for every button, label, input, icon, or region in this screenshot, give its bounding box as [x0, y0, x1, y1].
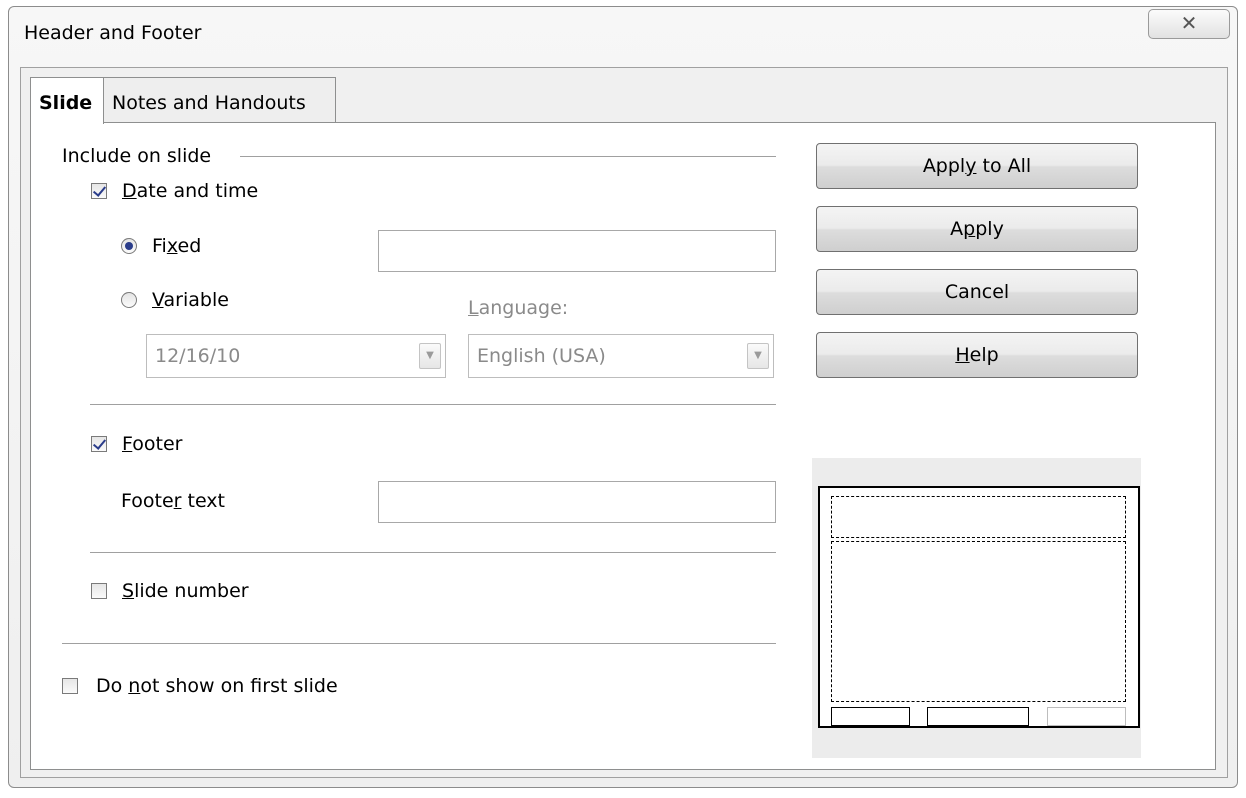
- group-separator: [240, 156, 776, 157]
- date-and-time-label: Date and time: [122, 180, 259, 202]
- date-format-value: 12/16/10: [155, 345, 241, 367]
- footer-checkbox[interactable]: [91, 436, 107, 452]
- apply-to-all-button[interactable]: Apply to All: [816, 143, 1138, 189]
- preview-title-placeholder: [831, 496, 1126, 538]
- footer-text-label: Footer text: [121, 490, 225, 512]
- dialog-title: Header and Footer: [24, 22, 202, 44]
- help-button[interactable]: Help: [816, 332, 1138, 378]
- variable-label: Variable: [152, 289, 229, 311]
- slide-number-checkbox[interactable]: [91, 583, 107, 599]
- separator-date: [90, 404, 776, 405]
- slide-preview: [818, 486, 1140, 728]
- language-label: Language:: [468, 297, 569, 319]
- fixed-label: Fixed: [152, 235, 202, 257]
- language-value: English (USA): [477, 345, 606, 367]
- not-first-slide-checkbox[interactable]: [62, 678, 78, 694]
- separator-bottom: [62, 643, 776, 644]
- language-select[interactable]: English (USA) ▼: [468, 334, 774, 378]
- slide-number-label: Slide number: [122, 580, 249, 602]
- date-and-time-checkbox[interactable]: [91, 183, 107, 199]
- fixed-date-input[interactable]: [378, 230, 776, 272]
- preview-content-placeholder: [831, 541, 1126, 702]
- date-format-select[interactable]: 12/16/10 ▼: [146, 334, 446, 378]
- footer-label: Footer: [122, 433, 183, 455]
- apply-button[interactable]: Apply: [816, 206, 1138, 252]
- fixed-radio[interactable]: [121, 238, 137, 254]
- preview-footer-placeholder: [927, 707, 1029, 726]
- tab-notes-and-handouts[interactable]: Notes and Handouts: [103, 77, 336, 123]
- not-first-slide-label: Do not show on first slide: [96, 675, 338, 697]
- variable-radio[interactable]: [121, 292, 137, 308]
- chevron-down-icon[interactable]: ▼: [747, 343, 769, 369]
- footer-text-input[interactable]: [378, 481, 776, 523]
- tab-slide[interactable]: Slide: [30, 77, 104, 124]
- preview-slide-number-placeholder: [1047, 707, 1126, 726]
- group-label-include-on-slide: Include on slide: [62, 145, 212, 167]
- separator-footer: [90, 552, 776, 553]
- chevron-down-icon[interactable]: ▼: [419, 343, 441, 369]
- close-button[interactable]: ✕: [1148, 9, 1230, 39]
- close-icon: ✕: [1180, 11, 1198, 35]
- cancel-button[interactable]: Cancel: [816, 269, 1138, 315]
- preview-date-placeholder: [831, 707, 910, 726]
